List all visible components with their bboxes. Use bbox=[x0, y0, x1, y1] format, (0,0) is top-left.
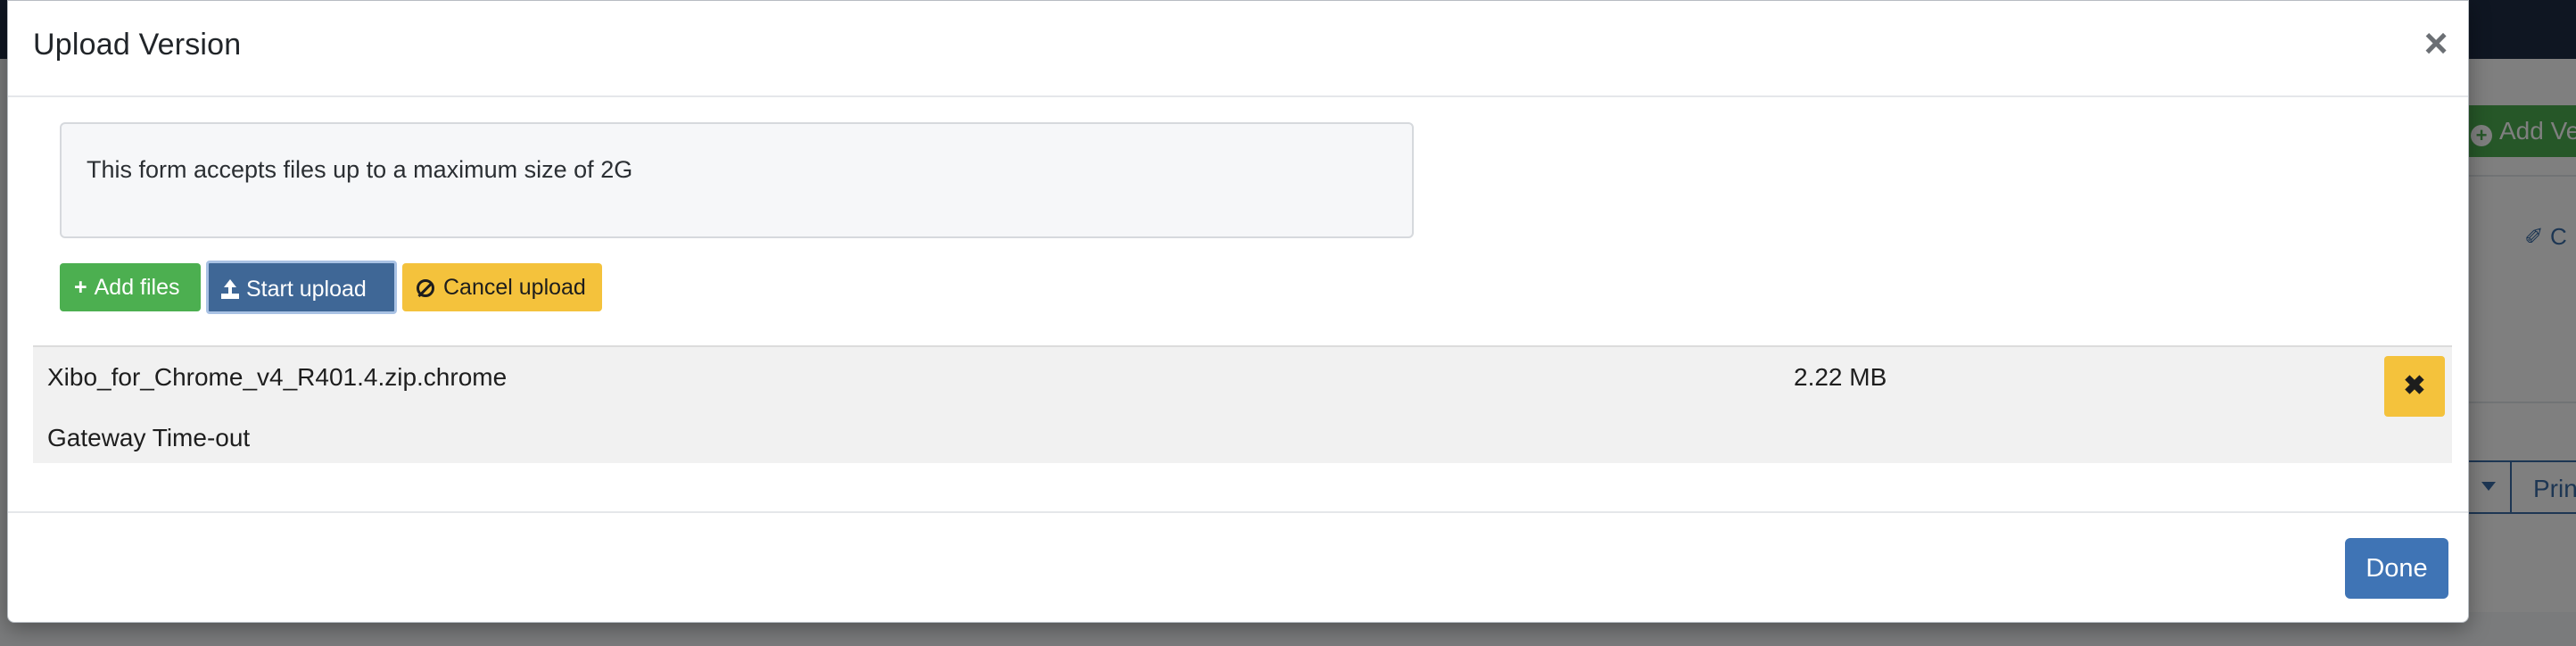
file-name: Xibo_for_Chrome_v4_R401.4.zip.chrome bbox=[47, 363, 508, 391]
times-icon: ✖ bbox=[2403, 371, 2426, 401]
modal-title: Upload Version bbox=[33, 28, 242, 62]
plus-icon: + bbox=[74, 275, 87, 300]
cancel-upload-label: Cancel upload bbox=[443, 275, 586, 300]
add-files-label: Add files bbox=[94, 275, 180, 300]
start-upload-label: Start upload bbox=[246, 277, 367, 302]
file-error-message: Gateway Time-out bbox=[47, 424, 251, 451]
done-button[interactable]: Done bbox=[2345, 538, 2448, 599]
file-size: 2.22 MB bbox=[1794, 363, 1887, 391]
close-icon[interactable]: × bbox=[2416, 22, 2456, 65]
upload-info-text: This form accepts files up to a maximum … bbox=[87, 156, 633, 183]
upload-version-modal: Upload Version × This form accepts files… bbox=[7, 0, 2469, 623]
ban-icon bbox=[417, 279, 434, 297]
upload-info-box: This form accepts files up to a maximum … bbox=[60, 122, 1414, 238]
add-files-button[interactable]: + Add files bbox=[60, 263, 201, 311]
start-upload-button[interactable]: Start upload bbox=[206, 261, 397, 314]
upload-icon bbox=[221, 279, 239, 299]
file-row: Xibo_for_Chrome_v4_R401.4.zip.chrome 2.2… bbox=[33, 345, 2452, 463]
modal-footer-divider bbox=[8, 511, 2468, 513]
cancel-upload-button[interactable]: Cancel upload bbox=[402, 263, 602, 311]
remove-file-button[interactable]: ✖ bbox=[2384, 356, 2445, 417]
modal-header: Upload Version × bbox=[8, 1, 2468, 97]
